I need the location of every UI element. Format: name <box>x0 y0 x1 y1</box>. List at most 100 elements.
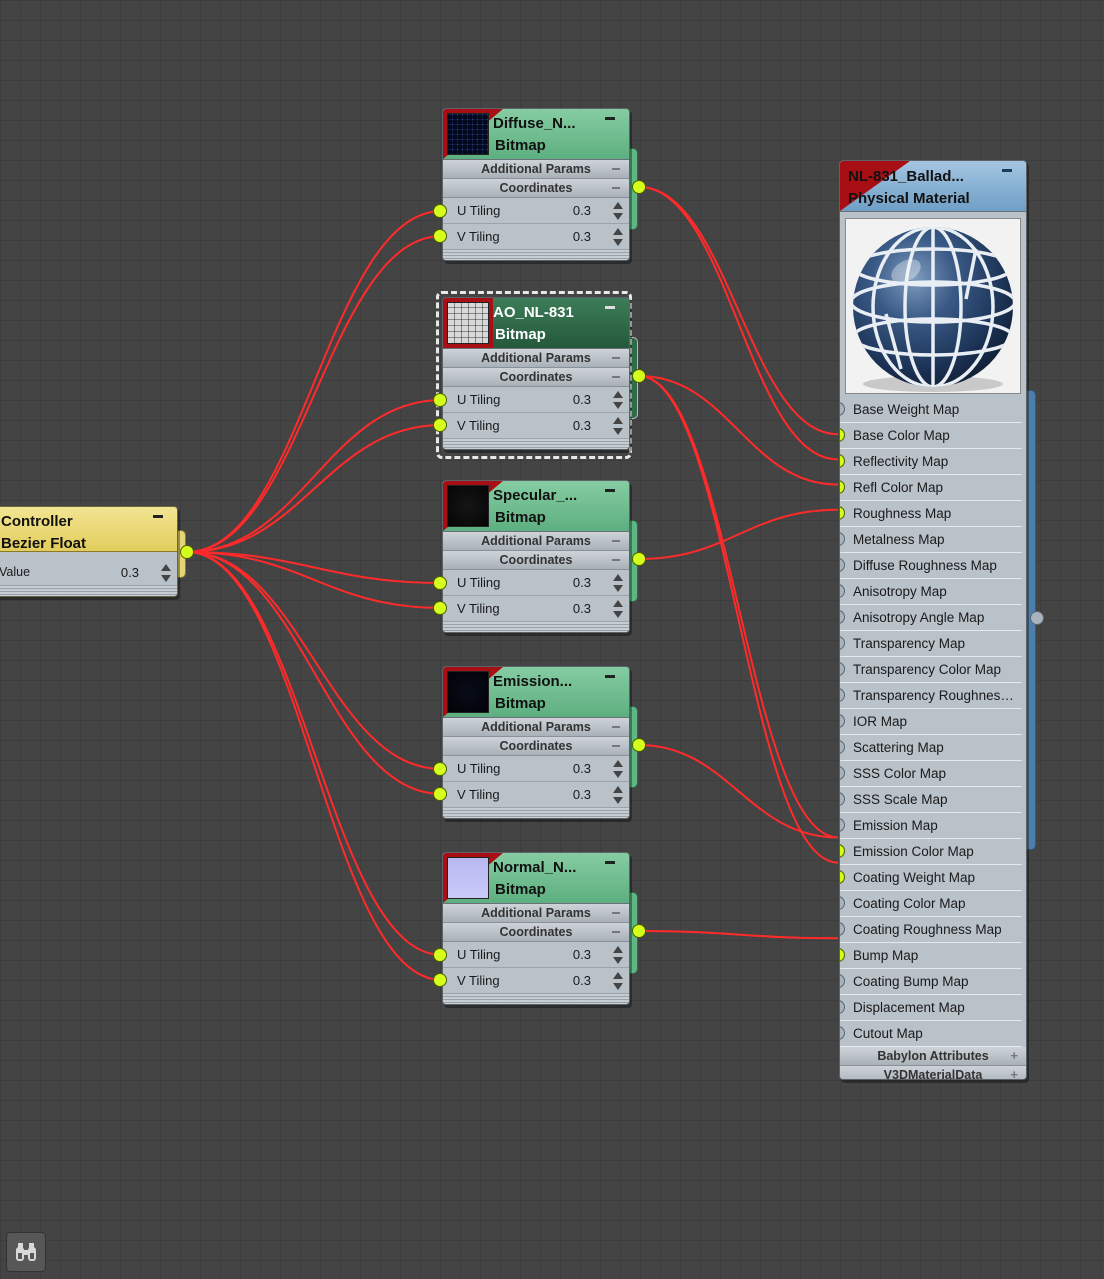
output-port[interactable] <box>632 552 646 566</box>
map-slot[interactable]: Refl Color Map <box>840 475 1022 501</box>
u-tiling-input-port[interactable] <box>433 576 447 590</box>
param-value[interactable]: 0.3 <box>573 782 591 807</box>
map-slot[interactable]: Emission Map <box>840 813 1022 839</box>
node-header[interactable]: AO_NL-831 Bitmap <box>443 298 629 349</box>
map-slot[interactable]: SSS Color Map <box>840 761 1022 787</box>
map-slot-input-port[interactable] <box>840 584 845 598</box>
map-slot-input-port[interactable] <box>840 766 845 780</box>
output-port[interactable] <box>632 180 646 194</box>
map-slot[interactable]: Roughness Map <box>840 501 1022 527</box>
map-slot[interactable]: Transparency Roughness... <box>840 683 1022 709</box>
section-additional-params[interactable]: Additional Params <box>443 532 629 551</box>
node-header[interactable]: Normal_N... Bitmap <box>443 853 629 904</box>
v-tiling-row[interactable]: V Tiling 0.3 <box>443 413 629 439</box>
binoculars-button[interactable] <box>6 1232 46 1272</box>
node-header[interactable]: Specular_... Bitmap <box>443 481 629 532</box>
map-slot-input-port[interactable] <box>840 454 845 468</box>
spinner-icon[interactable] <box>613 202 623 220</box>
spinner-icon[interactable] <box>613 417 623 435</box>
map-slot[interactable]: Anisotropy Map <box>840 579 1022 605</box>
u-tiling-row[interactable]: U Tiling 0.3 <box>443 942 629 968</box>
section-additional-params[interactable]: Additional Params <box>443 904 629 923</box>
param-value[interactable]: 0.3 <box>573 968 591 993</box>
spinner-icon[interactable] <box>613 972 623 990</box>
map-slot[interactable]: Cutout Map <box>840 1021 1022 1047</box>
u-tiling-row[interactable]: U Tiling 0.3 <box>443 198 629 224</box>
map-slot-input-port[interactable] <box>840 532 845 546</box>
spinner-icon[interactable] <box>613 760 623 778</box>
param-value[interactable]: 0.3 <box>573 942 591 967</box>
map-slot-input-port[interactable] <box>840 844 845 858</box>
map-slot-input-port[interactable] <box>840 870 845 884</box>
v-tiling-row[interactable]: V Tiling 0.3 <box>443 968 629 994</box>
map-slot-input-port[interactable] <box>840 662 845 676</box>
u-tiling-input-port[interactable] <box>433 204 447 218</box>
section-coordinates[interactable]: Coordinates <box>443 923 629 942</box>
map-slot-input-port[interactable] <box>840 610 845 624</box>
spinner-icon[interactable] <box>613 228 623 246</box>
map-slot[interactable]: IOR Map <box>840 709 1022 735</box>
node-header[interactable]: Diffuse_N... Bitmap <box>443 109 629 160</box>
v-tiling-row[interactable]: V Tiling 0.3 <box>443 782 629 808</box>
u-tiling-input-port[interactable] <box>433 393 447 407</box>
map-slot-input-port[interactable] <box>840 792 845 806</box>
u-tiling-input-port[interactable] <box>433 948 447 962</box>
map-slot-input-port[interactable] <box>840 922 845 936</box>
map-slot[interactable]: Reflectivity Map <box>840 449 1022 475</box>
u-tiling-input-port[interactable] <box>433 762 447 776</box>
map-slot[interactable]: Coating Weight Map <box>840 865 1022 891</box>
map-slot-input-port[interactable] <box>840 1026 845 1040</box>
v-tiling-input-port[interactable] <box>433 229 447 243</box>
param-value[interactable]: 0.3 <box>573 224 591 249</box>
param-value[interactable]: 0.3 <box>573 570 591 595</box>
map-slot[interactable]: Metalness Map <box>840 527 1022 553</box>
expand-plus-icon[interactable]: + <box>1010 1047 1018 1065</box>
map-slot[interactable]: Transparency Color Map <box>840 657 1022 683</box>
output-port[interactable] <box>632 924 646 938</box>
spinner-icon[interactable] <box>613 391 623 409</box>
map-slot-input-port[interactable] <box>840 818 845 832</box>
param-value[interactable]: 0.3 <box>573 413 591 438</box>
map-slot-input-port[interactable] <box>840 896 845 910</box>
map-slot[interactable]: Emission Color Map <box>840 839 1022 865</box>
map-slot[interactable]: Scattering Map <box>840 735 1022 761</box>
map-slot-input-port[interactable] <box>840 740 845 754</box>
node-header[interactable]: Emission... Bitmap <box>443 667 629 718</box>
minimize-button[interactable] <box>605 861 615 864</box>
minimize-button[interactable] <box>1002 169 1012 172</box>
map-slot-input-port[interactable] <box>840 480 845 494</box>
material-output-port[interactable] <box>1030 611 1044 625</box>
param-value[interactable]: 0.3 <box>573 387 591 412</box>
map-slot[interactable]: Base Color Map <box>840 423 1022 449</box>
minimize-button[interactable] <box>605 675 615 678</box>
map-slot-input-port[interactable] <box>840 558 845 572</box>
spinner-icon[interactable] <box>613 574 623 592</box>
spinner-icon[interactable] <box>613 786 623 804</box>
section-coordinates[interactable]: Coordinates <box>443 737 629 756</box>
map-slot-input-port[interactable] <box>840 506 845 520</box>
map-slot[interactable]: Base Weight Map <box>840 397 1022 423</box>
section-header[interactable]: Babylon Attributes + <box>840 1047 1026 1066</box>
param-value[interactable]: 0.3 <box>573 756 591 781</box>
map-slot[interactable]: Coating Bump Map <box>840 969 1022 995</box>
v-tiling-row[interactable]: V Tiling 0.3 <box>443 224 629 250</box>
map-slot-input-port[interactable] <box>840 974 845 988</box>
map-slot[interactable]: SSS Scale Map <box>840 787 1022 813</box>
section-additional-params[interactable]: Additional Params <box>443 160 629 179</box>
v-tiling-input-port[interactable] <box>433 418 447 432</box>
v-tiling-row[interactable]: V Tiling 0.3 <box>443 596 629 622</box>
v-tiling-input-port[interactable] <box>433 601 447 615</box>
map-slot[interactable]: Coating Roughness Map <box>840 917 1022 943</box>
map-slot[interactable]: Anisotropy Angle Map <box>840 605 1022 631</box>
map-slot[interactable]: Coating Color Map <box>840 891 1022 917</box>
param-value[interactable]: 0.3 <box>573 198 591 223</box>
map-slot[interactable]: Displacement Map <box>840 995 1022 1021</box>
spinner-icon[interactable] <box>613 600 623 618</box>
output-port[interactable] <box>180 545 194 559</box>
map-slot[interactable]: Diffuse Roughness Map <box>840 553 1022 579</box>
map-slot-input-port[interactable] <box>840 636 845 650</box>
map-slot-input-port[interactable] <box>840 948 845 962</box>
v-tiling-input-port[interactable] <box>433 787 447 801</box>
output-port[interactable] <box>632 738 646 752</box>
section-header[interactable]: V3DMaterialData + <box>840 1066 1026 1079</box>
